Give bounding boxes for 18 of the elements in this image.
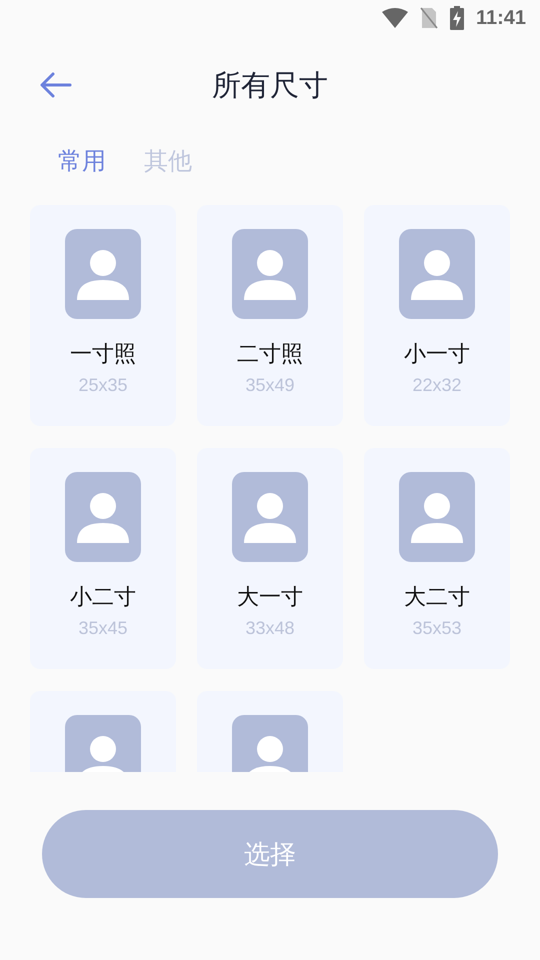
back-arrow-icon[interactable] — [40, 72, 72, 98]
size-name: 一寸照 — [70, 341, 136, 369]
size-name: 大二寸 — [404, 584, 470, 612]
status-time: 11:41 — [476, 6, 526, 30]
size-name: 小二寸 — [70, 584, 136, 612]
portrait-placeholder-icon — [232, 229, 308, 319]
battery-charging-icon — [450, 6, 464, 30]
size-name: 大一寸 — [237, 584, 303, 612]
portrait-placeholder-icon — [399, 229, 475, 319]
portrait-placeholder-icon — [399, 472, 475, 562]
portrait-placeholder-icon — [232, 472, 308, 562]
portrait-placeholder-icon — [65, 472, 141, 562]
size-name: 小一寸 — [404, 341, 470, 369]
no-sim-icon — [420, 7, 438, 29]
page-title: 所有尺寸 — [212, 67, 328, 104]
size-name: 二寸照 — [237, 341, 303, 369]
portrait-placeholder-icon — [65, 229, 141, 319]
wifi-icon — [382, 8, 408, 28]
